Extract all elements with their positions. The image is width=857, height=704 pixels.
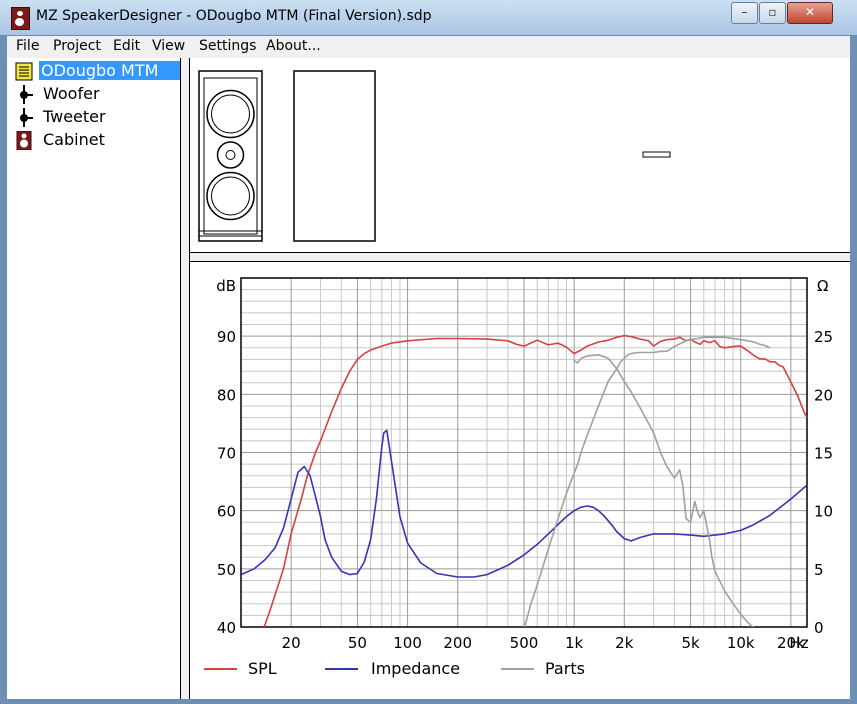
frequency-response-chart: 40 50 60 70 80 90 0 5 10 15 20 25 dB Ω 20 50 100 200 500 1k… — [204, 277, 833, 678]
y2-tick-label: 10 — [814, 503, 833, 521]
maximize-button[interactable]: ▫ — [759, 2, 786, 24]
y-tick-label: 80 — [217, 386, 236, 404]
close-button[interactable]: ✕ — [787, 2, 833, 24]
woofer-bottom-drawing — [206, 171, 255, 221]
tree-item-label: Woofer — [43, 84, 100, 103]
legend-label-impedance: Impedance — [371, 659, 460, 678]
y-axis-label: dB — [216, 277, 236, 295]
y2-tick-label: 0 — [814, 619, 824, 637]
side-view-cabinet — [293, 70, 376, 242]
parts-curve — [573, 354, 754, 627]
y-tick-label: 60 — [217, 503, 236, 521]
x-tick-label: 20 — [282, 634, 301, 652]
cabinet-drawing — [198, 70, 671, 242]
title-bar: MZ SpeakerDesigner - ODougbo MTM (Final … — [0, 0, 857, 35]
y-tick-label: 90 — [217, 328, 236, 346]
menu-edit[interactable]: Edit — [113, 38, 140, 54]
x-tick-label: 500 — [510, 634, 539, 652]
y-tick-label: 50 — [217, 561, 236, 579]
port-drawing — [642, 151, 671, 158]
menu-file[interactable]: File — [16, 38, 39, 54]
y2-tick-label: 20 — [814, 386, 833, 404]
x-tick-label: 1k — [565, 634, 584, 652]
legend-label-spl: SPL — [248, 659, 277, 678]
y2-tick-label: 15 — [814, 445, 833, 463]
y-tick-label: 70 — [217, 445, 236, 463]
app-speaker-icon — [11, 7, 30, 30]
minimize-button[interactable]: – — [731, 2, 758, 24]
x-tick-label: 5k — [681, 634, 700, 652]
y2-axis-label: Ω — [817, 277, 828, 295]
project-tree: ODougbo MTM Woofer Tweeter Cabinet — [7, 58, 181, 699]
menu-project[interactable]: Project — [53, 38, 101, 54]
tree-item-label: ODougbo MTM — [39, 61, 181, 80]
x-tick-label: 100 — [393, 634, 422, 652]
cabinet-view — [190, 58, 850, 252]
tree-item-project[interactable]: ODougbo MTM — [7, 60, 181, 82]
response-graph-panel: 40 50 60 70 80 90 0 5 10 15 20 25 dB Ω 20 50 100 200 500 1k… — [190, 262, 850, 699]
y2-tick-label: 25 — [814, 328, 833, 346]
project-icon — [15, 62, 33, 81]
x-tick-label: 50 — [348, 634, 367, 652]
x-tick-label: 2k — [615, 634, 634, 652]
horizontal-splitter[interactable] — [190, 252, 850, 262]
client-area: ODougbo MTM Woofer Tweeter Cabinet 40 50… — [7, 58, 850, 699]
x-tick-label: 10k — [727, 634, 755, 652]
y2-tick-label: 5 — [814, 561, 824, 579]
vertical-splitter[interactable] — [180, 58, 190, 699]
driver-node-icon — [20, 85, 33, 104]
x-tick-label: 200 — [443, 634, 472, 652]
tree-item-label: Cabinet — [43, 130, 105, 149]
y-tick-label: 40 — [217, 619, 236, 637]
menu-bar: File Project Edit View Settings About... — [7, 36, 850, 58]
menu-about[interactable]: About... — [266, 38, 321, 54]
tree-item-label: Tweeter — [43, 107, 106, 126]
x-axis-unit-label: Hz — [789, 634, 808, 652]
tweeter-drawing — [216, 141, 245, 169]
driver-node-icon — [20, 108, 33, 127]
woofer-top-drawing — [206, 89, 255, 139]
tree-item-woofer[interactable]: Woofer — [7, 83, 179, 105]
cabinet-icon — [16, 131, 32, 150]
tree-item-cabinet[interactable]: Cabinet — [7, 129, 179, 151]
window-title: MZ SpeakerDesigner - ODougbo MTM (Final … — [36, 8, 432, 24]
tree-item-tweeter[interactable]: Tweeter — [7, 106, 179, 128]
legend-label-parts: Parts — [545, 659, 585, 678]
menu-settings[interactable]: Settings — [199, 38, 256, 54]
menu-view[interactable]: View — [152, 38, 185, 54]
